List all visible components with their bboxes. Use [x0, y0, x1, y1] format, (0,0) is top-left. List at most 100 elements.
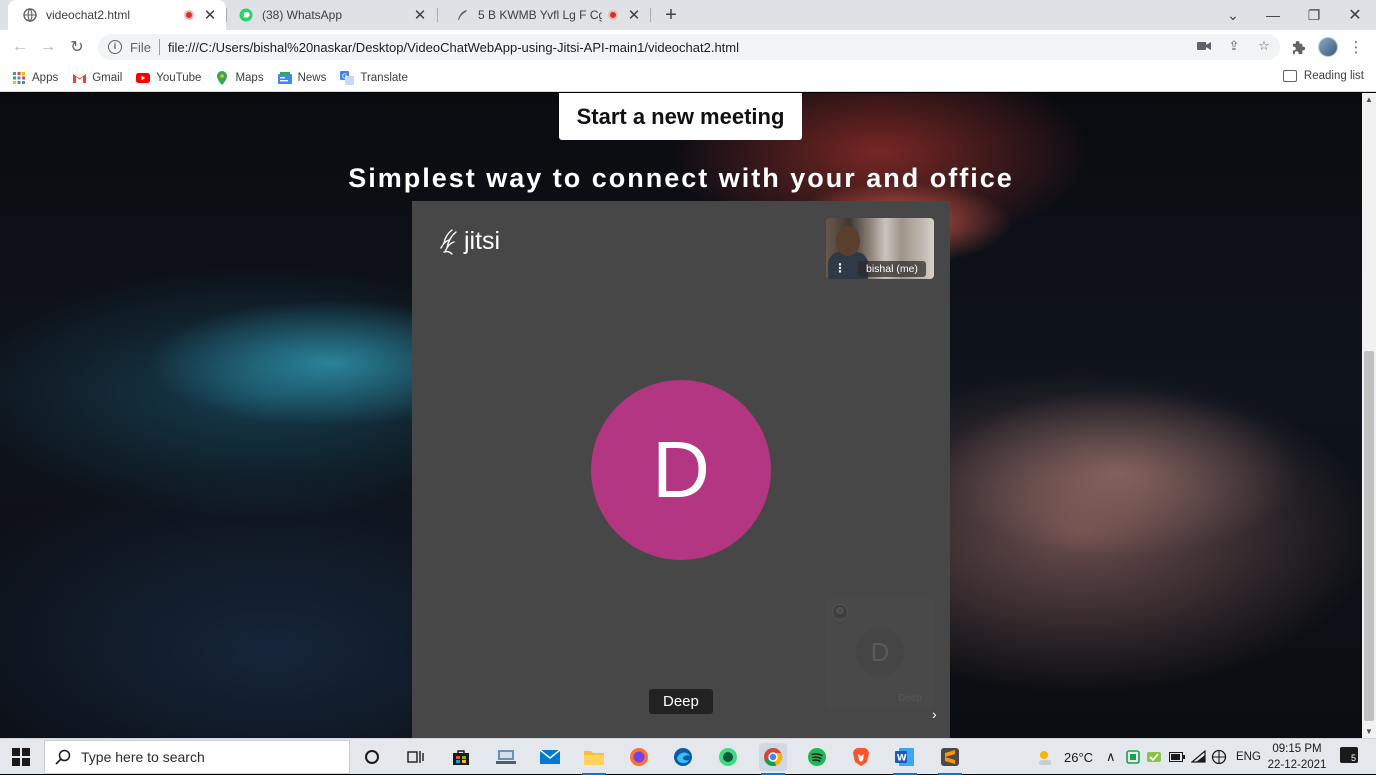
- jitsi-logo-text: jitsi: [464, 227, 501, 255]
- bookmark-apps[interactable]: Apps: [12, 71, 58, 85]
- url-text[interactable]: file:///C:/Users/bishal%20naskar/Desktop…: [168, 40, 739, 55]
- chrome-icon[interactable]: [759, 743, 787, 775]
- browser-toolbar: ← → ↻ i File file:///C:/Users/bishal%20n…: [0, 30, 1376, 64]
- show-hidden-icons-chevron-icon[interactable]: ∧: [1106, 739, 1116, 775]
- scroll-down-arrow-icon[interactable]: ▼: [1365, 727, 1373, 736]
- local-video-thumbnail[interactable]: ⋮ bishal (me): [826, 218, 934, 279]
- reload-icon[interactable]: ↻: [65, 35, 89, 59]
- tab-videochat[interactable]: videochat2.html ✕: [8, 0, 226, 30]
- spotify-icon[interactable]: [803, 743, 831, 771]
- page-content: Start a new meeting Simplest way to conn…: [0, 93, 1362, 738]
- omnibox-divider: [158, 39, 160, 55]
- word-icon[interactable]: W: [891, 743, 919, 775]
- store-bag-icon[interactable]: [447, 743, 475, 771]
- apps-grid-icon: [12, 71, 26, 85]
- close-tab-icon[interactable]: ✕: [412, 7, 428, 24]
- tab-title: videochat2.html: [46, 8, 131, 22]
- scroll-up-arrow-icon[interactable]: ▲: [1365, 95, 1373, 104]
- profile-avatar[interactable]: [1318, 37, 1338, 57]
- close-window-icon[interactable]: ✕: [1334, 0, 1376, 30]
- mail-icon[interactable]: [536, 743, 564, 771]
- recording-indicator-icon: [608, 10, 618, 20]
- local-participant-label: bishal (me): [858, 261, 926, 277]
- camera-in-use-icon[interactable]: [1196, 38, 1212, 54]
- restore-icon[interactable]: ❐: [1293, 0, 1335, 30]
- sublime-text-icon[interactable]: [936, 743, 964, 775]
- scrollbar-thumb[interactable]: [1364, 351, 1374, 721]
- input-language-label[interactable]: ENG: [1236, 739, 1261, 775]
- browser-menu-kebab-icon[interactable]: ⋮: [1344, 35, 1368, 59]
- maps-icon: [215, 70, 229, 85]
- start-new-meeting-button[interactable]: Start a new meeting: [559, 93, 802, 140]
- bookmark-gmail[interactable]: Gmail: [72, 71, 122, 85]
- bookmark-label: YouTube: [156, 71, 202, 84]
- site-info-icon[interactable]: i: [108, 40, 122, 54]
- edge-icon[interactable]: [669, 743, 697, 771]
- taskbar-search-box[interactable]: Type here to search: [44, 740, 350, 774]
- chevron-right-icon[interactable]: ›: [932, 706, 937, 722]
- bookmark-maps[interactable]: Maps: [215, 70, 264, 85]
- gmail-icon: [72, 71, 86, 85]
- thumbnail-settings-icon[interactable]: ⚙: [832, 604, 848, 620]
- extensions-puzzle-icon[interactable]: [1287, 35, 1311, 59]
- notification-count: 5: [1350, 753, 1356, 763]
- task-view-icon[interactable]: [402, 743, 430, 771]
- bookmark-label: Maps: [235, 71, 264, 84]
- tab-video[interactable]: 5 B KWMB Yvfl Lg F Cgn YDC ✕: [440, 0, 650, 30]
- remote-thumb-avatar: D: [856, 628, 904, 676]
- page-scrollbar[interactable]: ▲ ▼: [1362, 93, 1376, 738]
- bookmark-label: Translate: [360, 71, 408, 84]
- reading-list-button[interactable]: Reading list: [1282, 70, 1364, 82]
- sun-cloud-icon: [1039, 751, 1052, 765]
- battery-icon[interactable]: [1169, 739, 1185, 775]
- firefox-icon[interactable]: [625, 743, 653, 771]
- svg-text:W: W: [897, 754, 907, 764]
- svg-text:G: G: [342, 72, 347, 80]
- android-studio-icon[interactable]: [714, 743, 742, 771]
- bookmark-label: Apps: [32, 71, 59, 84]
- bookmark-news[interactable]: News: [277, 71, 327, 85]
- minimize-icon[interactable]: —: [1252, 0, 1294, 30]
- cortana-circle-icon[interactable]: [358, 743, 386, 771]
- bookmark-translate[interactable]: G Translate: [340, 70, 408, 85]
- windows-start-icon[interactable]: [12, 748, 30, 766]
- green-app-tray-icon[interactable]: [1126, 739, 1140, 775]
- close-tab-icon[interactable]: ✕: [626, 7, 642, 24]
- bookmark-label: News: [297, 71, 327, 84]
- security-check-icon[interactable]: [1146, 739, 1162, 775]
- folder-icon[interactable]: [580, 743, 608, 775]
- bookmark-youtube[interactable]: YouTube: [136, 71, 201, 85]
- windows-taskbar: Type here to search W 26°C ∧ ENG 09:15 P…: [0, 738, 1376, 775]
- wifi-icon[interactable]: [1191, 739, 1207, 775]
- translate-icon: G: [340, 70, 355, 85]
- whatsapp-icon: [238, 7, 254, 23]
- tab-strip: videochat2.html ✕ (38) WhatsApp ✕ 5 B KW…: [0, 0, 1376, 30]
- back-arrow-icon[interactable]: ←: [8, 35, 32, 59]
- forward-arrow-icon[interactable]: →: [36, 35, 60, 59]
- globe-icon: [22, 7, 38, 23]
- jitsi-logo-mark-icon: [440, 228, 457, 255]
- clock-time: 09:15 PM: [1272, 743, 1322, 755]
- tab-search-chevron-icon[interactable]: ⌄: [1212, 0, 1254, 30]
- youtube-icon: [136, 71, 151, 85]
- weather-widget[interactable]: 26°C: [1036, 739, 1093, 775]
- jitsi-meeting-frame[interactable]: jitsi ⋮ bishal (me) D ⚙ D Deep Deep ›: [412, 201, 950, 738]
- new-tab-plus-icon[interactable]: +: [660, 4, 682, 26]
- address-bar[interactable]: i File file:///C:/Users/bishal%20naskar/…: [98, 34, 1280, 60]
- bookmark-star-icon[interactable]: ☆: [1256, 38, 1272, 54]
- file-explorer-network-icon[interactable]: [492, 743, 520, 771]
- globe-language-icon[interactable]: [1211, 739, 1227, 775]
- tab-whatsapp[interactable]: (38) WhatsApp ✕: [224, 0, 436, 30]
- tab-title: (38) WhatsApp: [262, 8, 343, 22]
- remote-participant-thumbnail[interactable]: ⚙ D Deep: [826, 598, 934, 708]
- remote-thumb-name: Deep: [898, 693, 922, 704]
- dominant-speaker-name: Deep: [649, 689, 713, 714]
- thumbnail-menu-kebab-icon[interactable]: ⋮: [834, 261, 846, 275]
- taskbar-clock[interactable]: 09:15 PM 22-12-2021: [1262, 741, 1332, 773]
- share-icon[interactable]: ⇪: [1226, 38, 1242, 54]
- search-placeholder: Type here to search: [81, 749, 205, 765]
- temperature-label: 26°C: [1064, 749, 1094, 765]
- close-tab-icon[interactable]: ✕: [202, 7, 218, 24]
- brave-icon[interactable]: [847, 743, 875, 771]
- notification-center-icon[interactable]: 5: [1340, 747, 1358, 763]
